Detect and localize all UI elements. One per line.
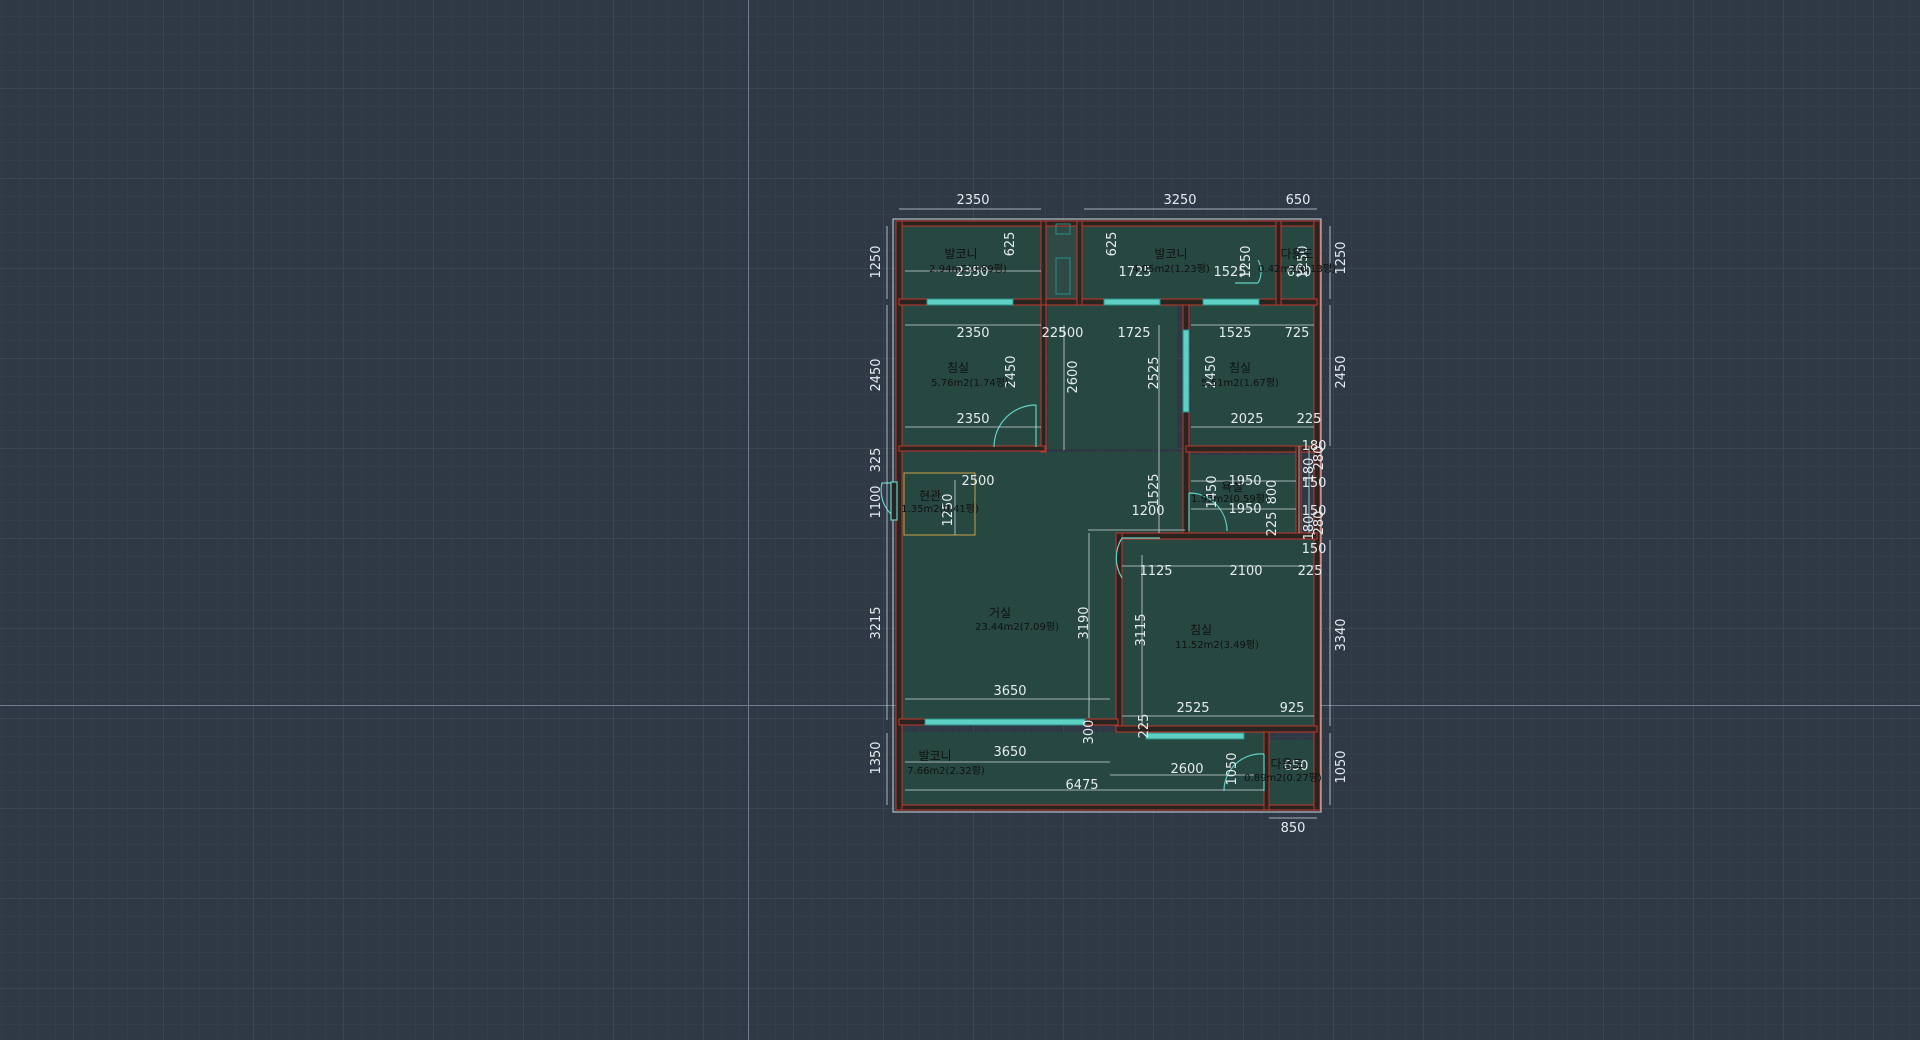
room-area-utility-2: 0.89m2(0.27평) bbox=[1244, 772, 1322, 784]
room-area-balcony-3: 7.66m2(2.32평) bbox=[907, 765, 985, 777]
room-fill-balcony-top-left bbox=[902, 226, 1041, 299]
dim-top-2: 3250 bbox=[1163, 193, 1196, 208]
dim-bed2-w3: 2025 bbox=[1230, 412, 1263, 427]
dim-bal-h1: 625 bbox=[1003, 232, 1018, 257]
room-area-bedroom-3: 11.52m2(3.49평) bbox=[1175, 639, 1259, 651]
dim-hall-h3: 1525 bbox=[1147, 473, 1162, 506]
room-area-bathroom: 1.95m2(0.59평) bbox=[1191, 493, 1269, 505]
wall-bedroom1-bottom bbox=[898, 445, 1046, 452]
room-area-bedroom-1: 5.76m2(1.74평) bbox=[931, 377, 1009, 389]
dim-hall-w2: 500 bbox=[1059, 326, 1084, 341]
dim-left-2: 2450 bbox=[869, 358, 884, 391]
dim-bottom-1: 850 bbox=[1281, 821, 1306, 836]
dim-entry-w: 2500 bbox=[961, 474, 994, 489]
dim-bed3-h: 3115 bbox=[1134, 613, 1149, 646]
dim-bed3-w5: 925 bbox=[1280, 701, 1305, 716]
wall-top bbox=[898, 220, 1318, 227]
room-name-balcony-3: 발코니 bbox=[918, 749, 951, 763]
dim-bed3-w3: 225 bbox=[1298, 564, 1323, 579]
room-name-bathroom: 욕실 bbox=[1221, 480, 1243, 494]
room-name-utility-2: 다용도 bbox=[1270, 757, 1303, 771]
room-name-bedroom-2: 침실 bbox=[1229, 361, 1251, 375]
dim-right-3: 3340 bbox=[1334, 618, 1349, 651]
dim-bed1-w2: 2350 bbox=[956, 412, 989, 427]
wall-top-partition-1 bbox=[1040, 220, 1047, 306]
window-hall-top bbox=[1103, 298, 1161, 306]
floor-plan-drawing[interactable]: 2350 3250 650 1250 2450 325 1100 3215 13… bbox=[0, 0, 1920, 1040]
dim-hall-h1: 2600 bbox=[1066, 360, 1081, 393]
dim-left-5: 3215 bbox=[869, 606, 884, 639]
window-hall-side bbox=[1182, 329, 1190, 413]
dim-liv-h: 3190 bbox=[1077, 606, 1092, 639]
dim-bal3-w1: 3650 bbox=[993, 745, 1026, 760]
dim-bal3-h3: 1050 bbox=[1225, 752, 1240, 785]
room-area-bedroom-2: 5.51m2(1.67평) bbox=[1201, 377, 1279, 389]
dim-top-1: 2350 bbox=[956, 193, 989, 208]
wall-top-partition-2 bbox=[1076, 220, 1083, 306]
window-bedroom3-bottom bbox=[1145, 732, 1245, 740]
wall-bathroom-right bbox=[1295, 445, 1302, 537]
dim-top-3: 650 bbox=[1286, 193, 1311, 208]
window-bedroom1-top bbox=[926, 298, 1014, 306]
dim-hall-h2: 2525 bbox=[1147, 356, 1162, 389]
dim-bal3-h1: 300 bbox=[1082, 720, 1097, 745]
room-name-living: 거실 bbox=[989, 606, 1011, 620]
dim-bed3-w4: 2525 bbox=[1176, 701, 1209, 716]
room-fill-stair bbox=[1044, 226, 1078, 299]
window-bedroom2-top bbox=[1202, 298, 1260, 306]
dim-liv-w1: 1200 bbox=[1131, 504, 1164, 519]
dim-left-6: 1350 bbox=[869, 741, 884, 774]
room-name-balcony-2: 발코니 bbox=[1154, 247, 1187, 261]
room-area-balcony-2: 4.05m2(1.23평) bbox=[1132, 263, 1210, 275]
wall-top-partition-3 bbox=[1275, 220, 1282, 306]
dim-right-1: 1250 bbox=[1334, 241, 1349, 274]
door-entrance-leaf bbox=[890, 481, 898, 521]
dim-bal-h3: 1250 bbox=[1239, 245, 1254, 278]
dim-bal-h2: 625 bbox=[1105, 232, 1120, 257]
room-name-bedroom-3: 침실 bbox=[1190, 623, 1212, 637]
room-area-balcony-1: 2.94m2(0.89평) bbox=[929, 263, 1007, 275]
dim-liv-w2: 3650 bbox=[993, 684, 1026, 699]
room-area-utility-1: 0.42m2(0.13평) bbox=[1258, 263, 1336, 275]
dim-hall-w3: 1725 bbox=[1117, 326, 1150, 341]
dim-bed2-w4: 225 bbox=[1297, 412, 1322, 427]
dim-bal3-w2: 2600 bbox=[1170, 762, 1203, 777]
dim-bed3-w1: 1125 bbox=[1139, 564, 1172, 579]
dim-left-3: 325 bbox=[869, 448, 884, 473]
dim-left-1: 1250 bbox=[869, 245, 884, 278]
dim-bal3-h2: 225 bbox=[1137, 714, 1152, 739]
dim-ut-h5: 150 bbox=[1302, 542, 1327, 557]
dim-ut-h8: 280 bbox=[1312, 511, 1327, 536]
dim-bed3-w2: 2100 bbox=[1229, 564, 1262, 579]
dim-left-4: 1100 bbox=[869, 485, 884, 518]
window-living-bottom bbox=[924, 718, 1086, 726]
dim-ut-h6: 280 bbox=[1312, 446, 1327, 471]
dim-bed2-w1: 1525 bbox=[1218, 326, 1251, 341]
room-name-bedroom-1: 침실 bbox=[947, 361, 969, 375]
wall-utility-bottom-left bbox=[1263, 731, 1270, 811]
room-area-living: 23.44m2(7.09평) bbox=[975, 621, 1059, 633]
dim-bed2-w2: 725 bbox=[1285, 326, 1310, 341]
wall-bottom bbox=[898, 804, 1318, 811]
dim-right-2: 2450 bbox=[1334, 355, 1349, 388]
dim-bath-h3: 225 bbox=[1265, 512, 1280, 537]
room-name-balcony-1: 발코니 bbox=[944, 247, 977, 261]
dim-right-4: 1050 bbox=[1334, 750, 1349, 783]
room-name-entrance: 현관 bbox=[919, 489, 941, 503]
dim-bed1-w1: 2350 bbox=[956, 326, 989, 341]
room-name-utility-1: 다용도 bbox=[1280, 247, 1313, 261]
dim-bal3-w3: 6475 bbox=[1065, 778, 1098, 793]
room-area-entrance: 1.35m2(0.41평) bbox=[901, 503, 979, 515]
